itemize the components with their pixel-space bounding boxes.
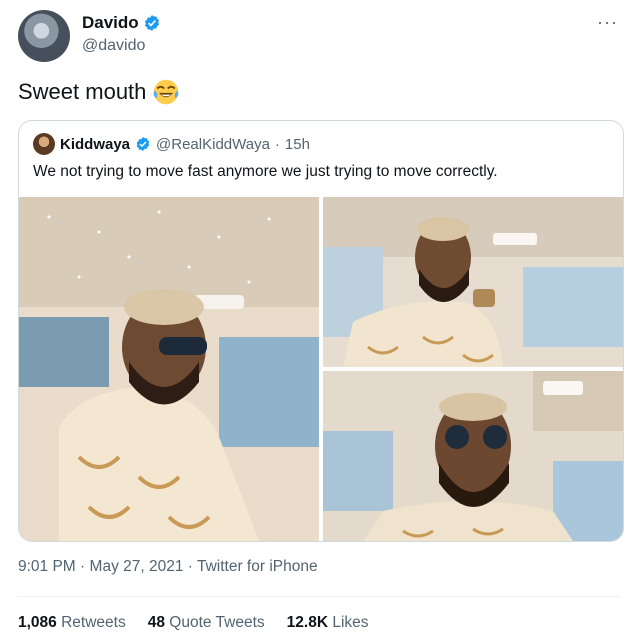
tweet-text: Sweet mouth	[18, 79, 147, 104]
quoted-tweet-header: Kiddwaya @RealKiddWaya · 15h	[33, 133, 310, 155]
tweet-header: Davido @davido ···	[18, 10, 620, 62]
quoted-tweet-text: We not trying to move fast anymore we ju…	[33, 163, 498, 180]
quoted-verified-badge-icon	[136, 137, 150, 151]
more-options-icon[interactable]: ···	[597, 12, 618, 33]
quoted-separator: ·	[274, 135, 280, 153]
tweet-stats: 1,086 Retweets 48 Quote Tweets 12.8K Lik…	[18, 614, 369, 632]
quote-tweets-count: 48	[147, 614, 165, 631]
tweet-meta: 9:01 PM · May 27, 2021 · Twitter for iPh…	[18, 558, 318, 576]
likes-count: 12.8K	[286, 614, 329, 631]
quoted-timestamp: 15h	[284, 135, 310, 153]
quoted-author-handle: @RealKiddWaya	[156, 135, 270, 153]
media-photo-2[interactable]	[323, 197, 623, 367]
author-display-name[interactable]: Davido	[82, 13, 139, 33]
retweets-count: 1,086	[18, 614, 57, 631]
author-avatar[interactable]	[18, 10, 70, 62]
quote-tweets-label: Quote Tweets	[169, 614, 265, 631]
tweet-source[interactable]: Twitter for iPhone	[197, 558, 318, 575]
quoted-tweet-card[interactable]: Kiddwaya @RealKiddWaya · 15h We not tryi…	[18, 120, 624, 542]
retweets-label: Retweets	[61, 614, 126, 631]
verified-badge-icon	[144, 15, 159, 31]
media-photo-1[interactable]	[19, 197, 319, 541]
tweet-time[interactable]: 9:01 PM	[18, 558, 76, 575]
quoted-author-display-name: Kiddwaya	[60, 135, 131, 153]
likes-label: Likes	[332, 614, 369, 631]
media-photo-3[interactable]	[323, 371, 623, 541]
retweets-stat[interactable]: 1,086 Retweets	[18, 614, 126, 632]
author-handle[interactable]: @davido	[82, 37, 145, 55]
author-name-row: Davido	[82, 13, 161, 33]
tweet-date[interactable]: May 27, 2021	[90, 558, 184, 575]
face-with-tears-of-joy-icon	[154, 79, 179, 105]
tweet-body: Sweet mouth	[18, 78, 180, 106]
quoted-media-grid	[19, 197, 623, 541]
quote-tweets-stat[interactable]: 48 Quote Tweets	[148, 614, 265, 632]
likes-stat[interactable]: 12.8K Likes	[287, 614, 369, 632]
divider	[18, 596, 620, 597]
meta-separator: ·	[80, 558, 86, 575]
quoted-author-avatar	[33, 133, 55, 155]
meta-separator: ·	[187, 558, 193, 575]
